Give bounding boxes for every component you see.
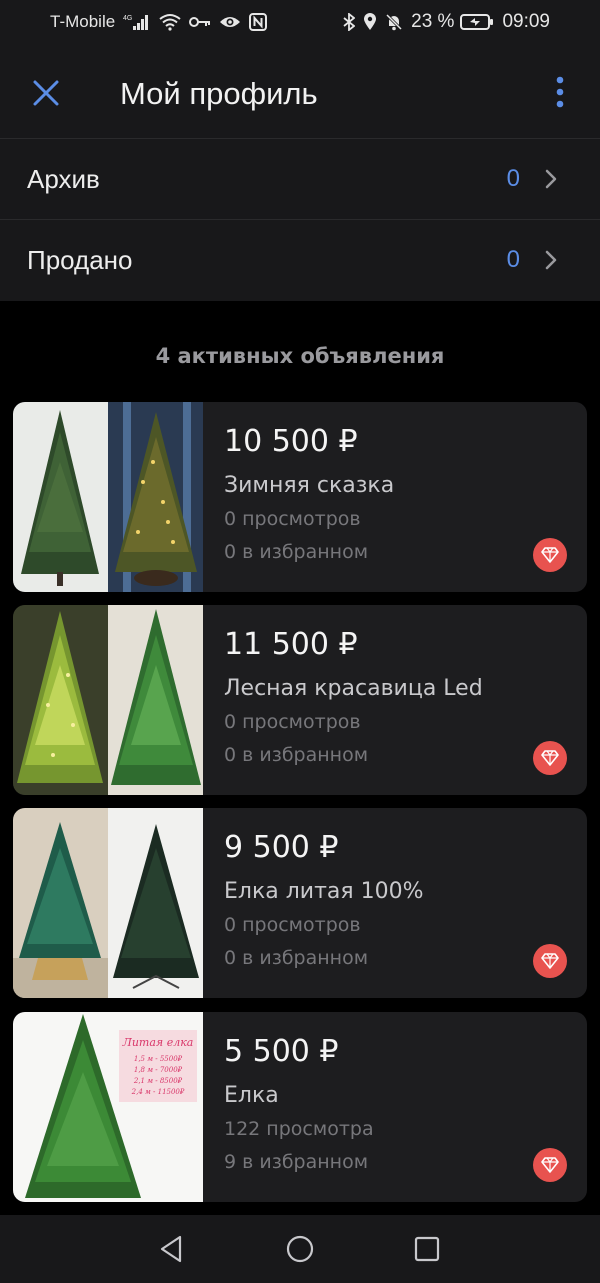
promote-button[interactable] [533, 741, 567, 775]
sold-row[interactable]: Продано 0 [0, 220, 600, 301]
nav-home-button[interactable] [284, 1233, 316, 1265]
network-type: 4G [123, 15, 132, 22]
battery-percent: 23 % [411, 11, 455, 32]
listing-card[interactable]: 10 500 ₽ Зимняя сказка 0 просмотров 0 в … [13, 402, 587, 592]
photo-sign-line: 1,8 м - 7000₽ [134, 1066, 183, 1074]
status-bar: T-Mobile 4G 23 % 09:09 [0, 0, 600, 44]
system-navigation-bar [0, 1215, 600, 1283]
eye-icon [219, 15, 241, 29]
page-title: Мой профиль [120, 76, 318, 111]
listing-favorites: 9 в избранном [224, 1151, 369, 1173]
top-app-bar: Мой профиль [0, 44, 600, 139]
close-button[interactable] [30, 77, 62, 109]
diamond-icon [541, 547, 559, 563]
photo-sign-line: 2,4 м - 11500₽ [131, 1088, 185, 1096]
chevron-right-icon [545, 169, 557, 189]
listing-price: 11 500 ₽ [224, 627, 358, 662]
archive-label: Архив [27, 164, 100, 194]
listing-title: Лесная красавица Led [224, 676, 483, 701]
nav-back-button[interactable] [156, 1233, 188, 1265]
sold-count: 0 [506, 246, 520, 273]
listing-price: 5 500 ₽ [224, 1034, 339, 1069]
listing-title: Елка [224, 1083, 279, 1108]
listing-photo [13, 605, 203, 795]
nfc-icon [249, 13, 268, 31]
battery-indicator: 23 % [411, 11, 494, 33]
diamond-icon [541, 750, 559, 766]
wifi-icon [159, 13, 181, 31]
nav-recents-button[interactable] [411, 1233, 443, 1265]
listing-card[interactable]: Литая елка 1,5 м - 5500₽ 1,8 м - 7000₽ 2… [13, 1012, 587, 1202]
archive-count: 0 [506, 165, 520, 192]
signal-icon: 4G [123, 13, 151, 31]
promote-button[interactable] [533, 538, 567, 572]
chevron-right-icon [545, 250, 557, 270]
promote-button[interactable] [533, 1148, 567, 1182]
back-triangle-icon [160, 1235, 182, 1263]
key-icon [189, 15, 211, 29]
more-options-button[interactable] [548, 74, 572, 114]
listing-price: 9 500 ₽ [224, 830, 339, 865]
listing-price: 10 500 ₽ [224, 424, 358, 459]
diamond-icon [541, 1157, 559, 1173]
listing-photo [13, 402, 203, 592]
listing-views: 122 просмотра [224, 1118, 374, 1140]
listing-views: 0 просмотров [224, 711, 361, 733]
location-icon [363, 13, 377, 31]
listing-favorites: 0 в избранном [224, 541, 369, 563]
listing-card[interactable]: 11 500 ₽ Лесная красавица Led 0 просмотр… [13, 605, 587, 795]
listing-views: 0 просмотров [224, 914, 361, 936]
status-bar-left: T-Mobile 4G [50, 12, 268, 32]
home-circle-icon [286, 1235, 314, 1263]
sold-label: Продано [27, 245, 133, 275]
promote-button[interactable] [533, 944, 567, 978]
listing-title: Елка литая 100% [224, 879, 424, 904]
recents-square-icon [414, 1236, 440, 1262]
photo-sign-line: 1,5 м - 5500₽ [134, 1055, 183, 1063]
listing-photo: Литая елка 1,5 м - 5500₽ 1,8 м - 7000₽ 2… [13, 1012, 203, 1202]
photo-sign-title: Литая елка [122, 1036, 194, 1049]
bluetooth-icon [343, 13, 356, 31]
carrier-name: T-Mobile [50, 12, 116, 31]
status-bar-right: 23 % 09:09 [343, 11, 550, 33]
listing-views: 0 просмотров [224, 508, 361, 530]
mute-bell-icon [385, 13, 403, 31]
listing-photo [13, 808, 203, 998]
active-listings-title: 4 активных объявления [155, 344, 445, 368]
archive-row[interactable]: Архив 0 [0, 139, 600, 220]
listing-favorites: 0 в избранном [224, 947, 369, 969]
listing-title: Зимняя сказка [224, 473, 395, 498]
close-icon [33, 80, 59, 106]
clock: 09:09 [502, 11, 550, 32]
photo-sign-line: 2,1 м - 8500₽ [133, 1077, 183, 1085]
listing-card[interactable]: 9 500 ₽ Елка литая 100% 0 просмотров 0 в… [13, 808, 587, 998]
diamond-icon [541, 953, 559, 969]
listing-favorites: 0 в избранном [224, 744, 369, 766]
more-vertical-icon [556, 76, 564, 108]
battery-icon [460, 13, 494, 31]
